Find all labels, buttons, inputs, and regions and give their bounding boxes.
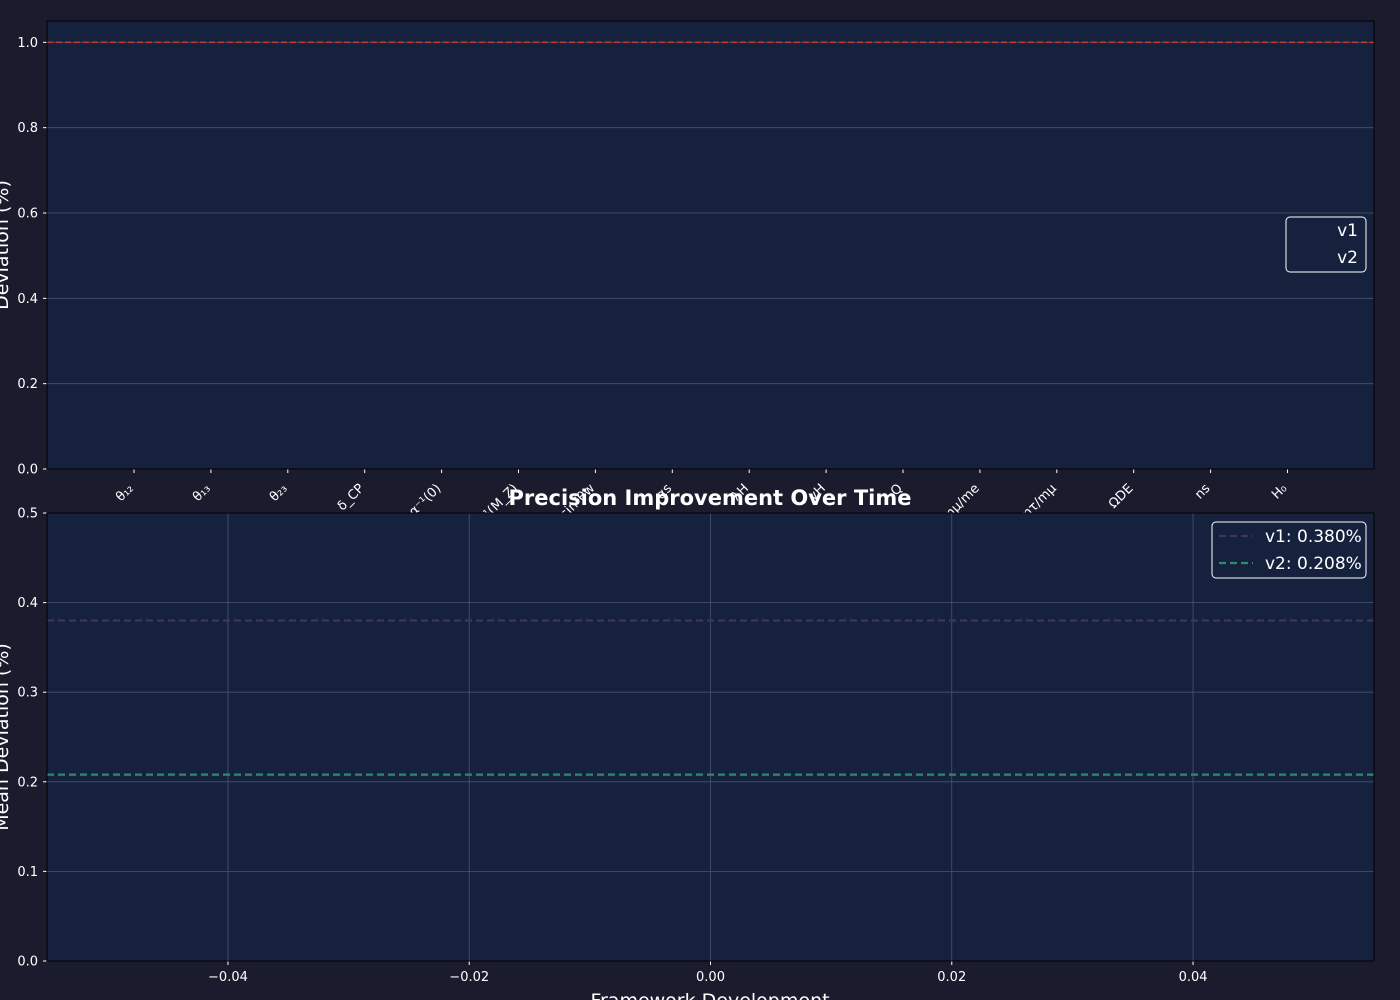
y-tick-label: 0.2 (17, 775, 38, 790)
precision-chart-y-axis-label: Mean Deviation (%) (0, 643, 13, 831)
x-tick-label: 0.00 (696, 970, 725, 985)
legend-entry-v2: v2: 0.208% (1265, 554, 1362, 574)
deviation-chart-plot-area (47, 21, 1374, 469)
deviation-chart-legend: v1 v2 (1285, 216, 1367, 273)
precision-chart-legend: v1: 0.380% v2: 0.208% (1211, 521, 1367, 579)
deviation-chart-y-axis-label: Deviation (%) (0, 180, 13, 310)
y-tick-label: 0.2 (17, 377, 38, 392)
y-tick-label: 0.5 (17, 507, 38, 522)
y-tick-label: 0.1 (17, 865, 38, 880)
x-tick-label: −0.04 (208, 970, 248, 985)
precision-line-chart: 0.0 0.1 0.2 0.3 0.4 0.5 −0.04 −0.02 0.00 0.02 0.0… (0, 486, 1375, 1000)
legend-entry-v1: v1: 0.380% (1265, 527, 1362, 547)
x-tick-label: 0.02 (937, 970, 966, 985)
precision-chart-title: Precision Improvement Over Time (509, 486, 912, 510)
precision-chart-x-axis-label: Framework Development (590, 990, 829, 1000)
y-tick-label: 0.3 (17, 686, 38, 701)
y-tick-label: 0.0 (17, 463, 38, 478)
y-tick-label: 0.0 (17, 955, 38, 970)
deviation-bar-chart: 0.00.20.40.60.81.0 θ₁₂ θ₁₃ θ₂₃ δ_CP α⁻¹(0) α⁻… (0, 20, 1375, 532)
y-tick-label: 0.4 (17, 596, 38, 611)
figure: 0.00.20.40.60.81.0 θ₁₂ θ₁₃ θ₂₃ δ_CP α⁻¹(0) α⁻… (0, 0, 1400, 1000)
x-tick-label: 0.04 (1179, 970, 1208, 985)
y-tick-label: 0.4 (17, 292, 38, 307)
legend-entry-v1: v1 (1337, 221, 1358, 241)
legend-entry-v2: v2 (1337, 248, 1358, 268)
y-tick-label: 0.8 (17, 121, 38, 136)
x-tick-label: −0.02 (449, 970, 489, 985)
y-tick-label: 1.0 (17, 36, 38, 51)
y-tick-label: 0.6 (17, 207, 38, 222)
